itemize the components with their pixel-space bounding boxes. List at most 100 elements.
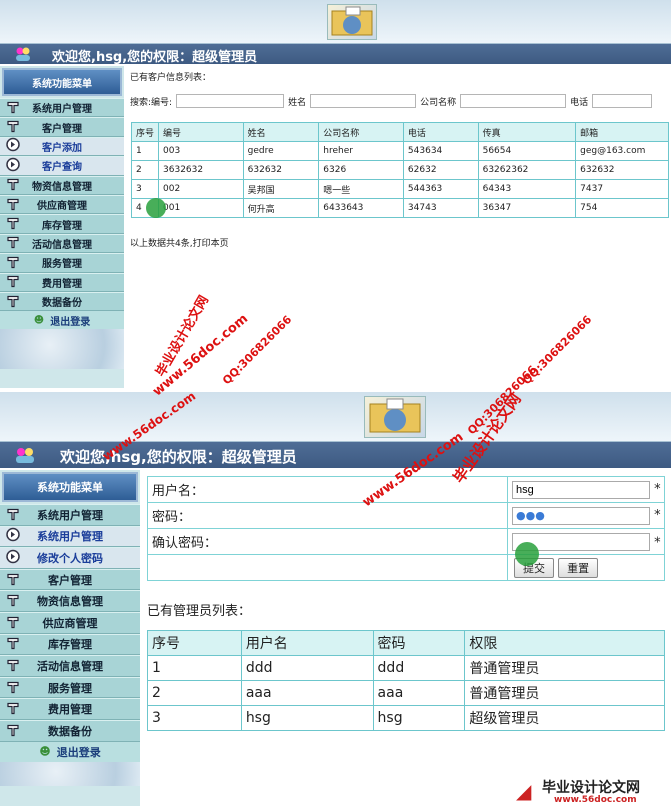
- wrench-icon: [6, 216, 20, 233]
- column-header: 序号: [147, 630, 242, 656]
- menu-item[interactable]: 供应商管理: [0, 194, 124, 215]
- menu-item-label: 库存管理: [48, 638, 92, 652]
- table-row[interactable]: 2 3632632 632632 6326 62632 63262362 632632: [130, 160, 669, 180]
- table-cell: 7437: [575, 179, 669, 199]
- table-cell: 2: [130, 160, 160, 180]
- footer-logo-icon: ◢: [516, 779, 532, 803]
- reset-button[interactable]: 重置: [558, 557, 599, 578]
- welcome-bar: 欢迎您,hsg,您的权限：超级管理员: [0, 442, 671, 468]
- search-name-input[interactable]: [310, 94, 417, 108]
- table-cell: gedre: [242, 141, 320, 161]
- list-title: 已有客户信息列表：: [130, 73, 212, 83]
- wrench-icon: [6, 293, 20, 310]
- folder-globe-icon: [369, 398, 421, 433]
- menu-item[interactable]: 费用管理: [0, 698, 140, 720]
- search-phone-input[interactable]: [592, 94, 653, 108]
- wrench-icon: [6, 657, 20, 674]
- menu-item[interactable]: 数据备份: [0, 719, 140, 742]
- column-header: 传真: [477, 122, 577, 142]
- sidebar: 系统功能菜单 系统用户管理 系统用户管理 修改个人密码 客户管理 物资信息管理 供应商管理…: [0, 470, 140, 806]
- menu-item[interactable]: 数据备份: [0, 291, 124, 312]
- menu-item-label: 服务管理: [48, 681, 92, 695]
- wrench-icon: [6, 506, 20, 523]
- table-cell: hreher: [318, 141, 404, 161]
- table-row[interactable]: 3 002 吴邦国 嗯一些 544363 64343 7437: [130, 179, 669, 199]
- menu-item-label: 系统用户管理: [37, 508, 103, 522]
- menu-item[interactable]: 库存管理: [0, 633, 140, 656]
- folder-globe-icon: [331, 6, 373, 36]
- menu-item[interactable]: 客户查询: [0, 156, 124, 176]
- column-header: 电话: [402, 122, 479, 142]
- menu-item[interactable]: 系统用户管理: [0, 504, 140, 526]
- wrench-icon: [6, 679, 20, 696]
- menu-item[interactable]: 库存管理: [0, 214, 124, 234]
- menu-item[interactable]: 活动信息管理: [0, 655, 140, 677]
- menu-item[interactable]: 活动信息管理: [0, 233, 124, 254]
- table-cell: 普通管理员: [464, 655, 665, 681]
- globe-decoration: [0, 329, 124, 370]
- menu-item[interactable]: 物资信息管理: [0, 175, 124, 195]
- menu-item[interactable]: 物资信息管理: [0, 590, 140, 612]
- menu-item[interactable]: 服务管理: [0, 253, 124, 273]
- search-no-label: 搜索:编号:: [130, 97, 173, 108]
- welcome-text: 欢迎您,hsg,您的权限：超级管理员: [60, 448, 297, 466]
- footer-brand: 毕业设计论文网: [542, 780, 640, 796]
- menu-item[interactable]: 费用管理: [0, 272, 124, 292]
- wrench-icon: [6, 701, 20, 718]
- table-row[interactable]: 1 003 gedre hreher 543634 56654 geg@163.com: [130, 141, 669, 161]
- table-row[interactable]: 3 hsg hsg 超级管理员: [147, 705, 665, 731]
- password-input[interactable]: ●●●: [512, 506, 650, 525]
- column-header: 序号: [130, 122, 160, 142]
- column-header: 用户名: [240, 630, 374, 656]
- menu-header: 系统功能菜单: [2, 68, 122, 96]
- menu-item-label: 客户管理: [48, 573, 92, 587]
- search-bar: 搜索:编号: 姓名 公司名称 电话: [130, 94, 656, 108]
- menu-item[interactable]: 供应商管理: [0, 611, 140, 634]
- admin-form: 用户名： * 密码： ●●● * 确认密码： * 提交 重置: [147, 476, 665, 581]
- top-banner: [0, 392, 671, 442]
- menu-item[interactable]: 服务管理: [0, 676, 140, 699]
- menu-item[interactable]: 客户添加: [0, 136, 124, 157]
- table-cell: 754: [575, 198, 669, 218]
- menu-item[interactable]: 系统用户管理: [0, 98, 124, 118]
- table-cell: 2: [147, 680, 242, 706]
- table-row[interactable]: 4 001 何升高 6433643 34743 36347 754: [130, 198, 669, 218]
- customer-table: 序号 编号 姓名 公司名称 电话 传真 邮箱 1 003 gedre hreher 543634 566…: [130, 122, 669, 218]
- menu-item[interactable]: 系统用户管理: [0, 525, 140, 548]
- table-cell: 002: [158, 179, 244, 199]
- menu-header: 系统功能菜单: [2, 472, 138, 502]
- logout-link[interactable]: ☻ 退出登录: [0, 741, 140, 762]
- table-cell: 3: [130, 179, 160, 199]
- search-company-input[interactable]: [460, 94, 567, 108]
- required-mark: *: [654, 481, 661, 497]
- users-icon: [14, 46, 32, 66]
- table-cell: 嗯一些: [318, 179, 404, 199]
- table-row[interactable]: 2 aaa aaa 普通管理员: [147, 680, 665, 706]
- wrench-icon: [6, 254, 20, 271]
- table-row[interactable]: 1 ddd ddd 普通管理员: [147, 655, 665, 681]
- menu-item-label: 数据备份: [48, 724, 92, 738]
- menu-item[interactable]: 客户管理: [0, 568, 140, 591]
- table-cell: 64343: [477, 179, 577, 199]
- table-cell: 超级管理员: [464, 705, 665, 731]
- logout-link[interactable]: ☻ 退出登录: [0, 311, 124, 330]
- table-cell: 吴邦国: [242, 179, 320, 199]
- column-header: 密码: [372, 630, 466, 656]
- welcome-bar: 欢迎您,hsg,您的权限：超级管理员: [0, 44, 671, 66]
- search-no-input[interactable]: [176, 94, 285, 108]
- table-cell: ddd: [240, 655, 374, 681]
- logout-label: 退出登录: [56, 745, 101, 759]
- menu-list: 系统用户管理 客户管理 客户添加 客户查询 物资信息管理 供应商管理 库存管理 活动信息管理服…: [0, 98, 124, 312]
- username-input[interactable]: [512, 480, 650, 499]
- logout-icon: ☻: [39, 745, 51, 759]
- globe-decoration: [0, 761, 140, 786]
- menu-item[interactable]: 客户管理: [0, 117, 124, 137]
- menu-item[interactable]: 修改个人密码: [0, 547, 140, 569]
- wrench-icon: [6, 99, 20, 116]
- table-cell: 36347: [477, 198, 577, 218]
- wrench-icon: [6, 571, 20, 588]
- arrow-circle-icon: [6, 528, 20, 545]
- wrench-icon: [6, 196, 20, 213]
- confirm-password-label: 确认密码：: [147, 528, 508, 555]
- form-spacer: [147, 554, 508, 581]
